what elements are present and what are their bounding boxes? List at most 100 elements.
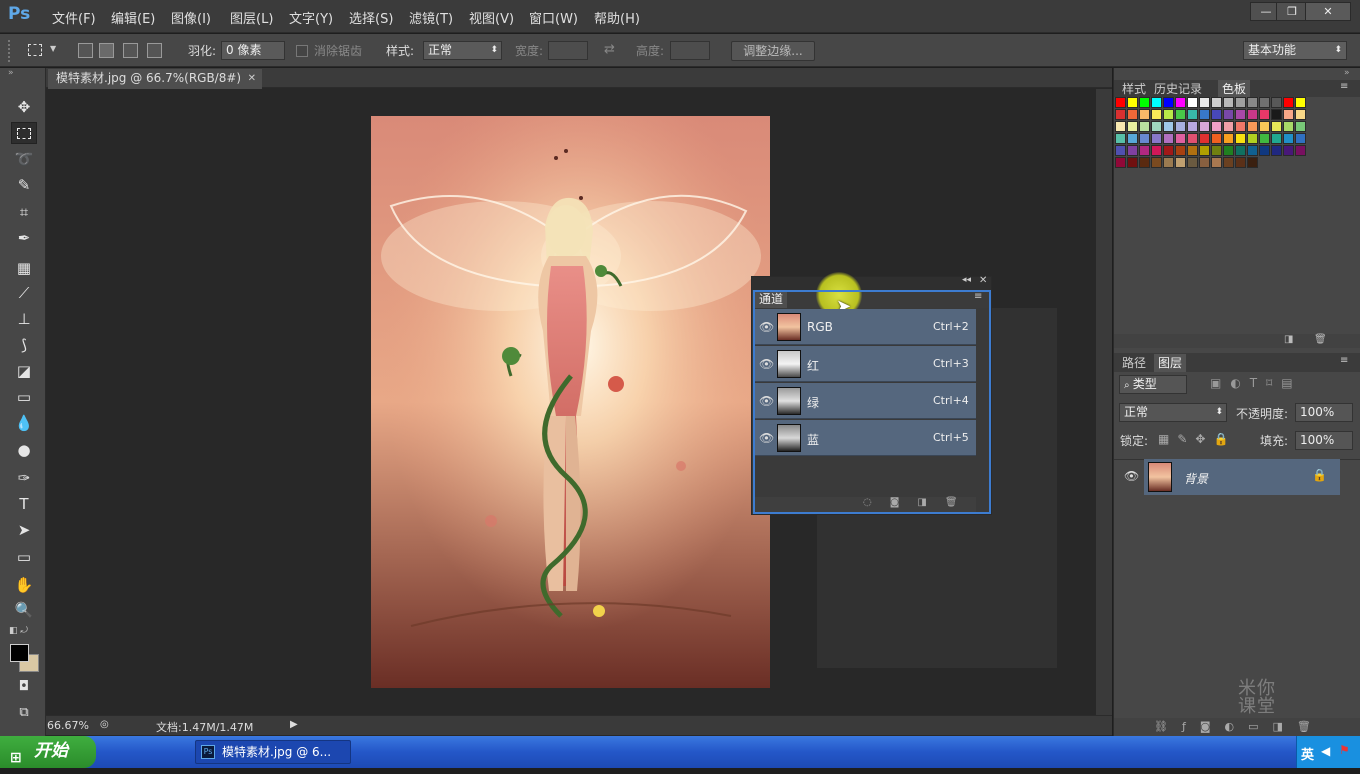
menu-filter[interactable]: 滤镜(T) — [409, 8, 453, 27]
color-swatch[interactable] — [1187, 145, 1198, 156]
color-swatch[interactable] — [1223, 109, 1234, 120]
visibility-eye-icon[interactable]: 👁 — [759, 394, 774, 408]
vertical-scrollbar[interactable] — [1096, 89, 1112, 715]
color-swatch[interactable] — [1283, 109, 1294, 120]
color-swatch[interactable] — [1163, 133, 1174, 144]
color-swatch[interactable] — [1175, 109, 1186, 120]
stamp-tool-icon[interactable]: ⊥ — [11, 308, 37, 330]
color-swatch[interactable] — [1187, 133, 1198, 144]
color-swatch[interactable] — [1211, 109, 1222, 120]
width-input[interactable] — [548, 41, 588, 60]
screen-mode-icon[interactable]: ⧉ — [11, 702, 37, 724]
height-input[interactable] — [670, 41, 710, 60]
color-swatch[interactable] — [1283, 121, 1294, 132]
color-swatch[interactable] — [1247, 157, 1258, 168]
tab-history[interactable]: 历史记录 — [1150, 80, 1206, 98]
color-swatch[interactable] — [1247, 109, 1258, 120]
color-swatch[interactable] — [1163, 157, 1174, 168]
color-swatch[interactable] — [1295, 109, 1306, 120]
color-swatch[interactable] — [1271, 109, 1282, 120]
menu-edit[interactable]: 编辑(E) — [111, 8, 155, 27]
swap-icon[interactable]: ⇄ — [604, 42, 615, 57]
color-swatch[interactable] — [1187, 157, 1198, 168]
color-swatch[interactable] — [1235, 121, 1246, 132]
tray-arrow-icon[interactable]: ◀ — [1321, 744, 1330, 758]
hand-tool-icon[interactable]: ✋ — [11, 574, 37, 596]
default-colors-icon[interactable]: ◧ ⤾ — [9, 626, 28, 636]
panel-menu-icon[interactable]: ≡ — [974, 291, 982, 302]
color-swatch[interactable] — [1247, 121, 1258, 132]
type-tool-icon[interactable]: T — [11, 493, 37, 515]
color-swatch[interactable] — [1163, 109, 1174, 120]
color-swatch[interactable] — [1235, 145, 1246, 156]
path-select-tool-icon[interactable]: ➤ — [11, 519, 37, 541]
feather-input[interactable]: 0 像素 — [221, 41, 285, 60]
add-selection-icon[interactable] — [99, 43, 114, 58]
color-swatch[interactable] — [1115, 121, 1126, 132]
workspace-select[interactable]: 基本功能 ⬍ — [1243, 41, 1347, 60]
color-swatch[interactable] — [1163, 97, 1174, 108]
color-swatch[interactable] — [1247, 133, 1258, 144]
color-swatch[interactable] — [1151, 145, 1162, 156]
color-swatch[interactable] — [1235, 157, 1246, 168]
channels-panel-header[interactable]: ◂◂ ✕ — [752, 275, 991, 290]
lasso-tool-icon[interactable]: ➰ — [11, 148, 37, 170]
color-swatch[interactable] — [1199, 109, 1210, 120]
filter-icons[interactable]: ▣◐T⌑▤ — [1210, 376, 1302, 390]
color-swatch[interactable] — [1127, 133, 1138, 144]
color-swatch[interactable] — [1295, 133, 1306, 144]
rect-marquee-preset-icon[interactable] — [28, 44, 42, 56]
color-swatch[interactable] — [1139, 121, 1150, 132]
document-tab[interactable]: 模特素材.jpg @ 66.7%(RGB/8#) ✕ — [48, 69, 262, 89]
crop-tool-icon[interactable]: ⌗ — [11, 201, 37, 223]
trash-icon[interactable]: 🗑 — [1314, 334, 1327, 345]
channel-row-rgb[interactable]: 👁 RGB Ctrl+2 — [755, 309, 976, 345]
menu-file[interactable]: 文件(F) — [52, 8, 96, 27]
color-swatch[interactable] — [1187, 109, 1198, 120]
blend-mode-select[interactable]: 正常 ⬍ — [1119, 403, 1227, 422]
move-tool-icon[interactable]: ✥ — [11, 96, 37, 118]
start-button[interactable]: ⊞ 开始 — [0, 736, 96, 768]
color-swatch[interactable] — [1271, 145, 1282, 156]
zoom-tool-icon[interactable]: 🔍 — [11, 599, 37, 621]
panel-menu-icon[interactable]: ≡ — [1340, 81, 1348, 92]
color-swatch[interactable] — [1259, 97, 1270, 108]
color-swatch[interactable] — [1259, 109, 1270, 120]
tab-layers[interactable]: 图层 — [1154, 354, 1187, 372]
color-swatch[interactable] — [1127, 157, 1138, 168]
quick-mask-icon[interactable]: ◘ — [11, 676, 37, 698]
dodge-tool-icon[interactable]: ● — [11, 439, 37, 461]
color-swatch[interactable] — [1247, 97, 1258, 108]
quick-select-tool-icon[interactable]: ✎ — [11, 174, 37, 196]
play-arrow-icon[interactable]: ▶ — [290, 719, 298, 730]
color-swatch[interactable] — [1283, 97, 1294, 108]
color-swatch[interactable] — [1115, 97, 1126, 108]
eyedropper-tool-icon[interactable]: ✒ — [11, 227, 37, 249]
color-swatch[interactable] — [1223, 145, 1234, 156]
color-swatch[interactable] — [1115, 145, 1126, 156]
color-swatch[interactable] — [1235, 133, 1246, 144]
layer-row-background[interactable]: 背景 🔒 — [1144, 459, 1340, 495]
panel-menu-icon[interactable]: ≡ — [1340, 355, 1348, 366]
foreground-color-swatch[interactable] — [10, 644, 29, 662]
menu-image[interactable]: 图像(I) — [171, 8, 211, 27]
color-swatch[interactable] — [1235, 109, 1246, 120]
color-swatch[interactable] — [1295, 145, 1306, 156]
subtract-selection-icon[interactable] — [123, 43, 138, 58]
visibility-eye-icon[interactable]: 👁 — [759, 357, 774, 371]
tab-swatches[interactable]: 色板 — [1218, 80, 1251, 98]
channel-row-green[interactable]: 👁 绿 Ctrl+4 — [755, 383, 976, 419]
color-swatch[interactable] — [1115, 109, 1126, 120]
color-swatch[interactable] — [1175, 145, 1186, 156]
color-swatch[interactable] — [1175, 121, 1186, 132]
refine-edge-button[interactable]: 调整边缘... — [731, 41, 815, 61]
ime-indicator[interactable]: 英 — [1301, 744, 1314, 763]
color-swatch[interactable] — [1139, 145, 1150, 156]
color-swatch[interactable] — [1151, 157, 1162, 168]
menu-type[interactable]: 文字(Y) — [289, 8, 333, 27]
menu-window[interactable]: 窗口(W) — [529, 8, 578, 27]
color-swatch[interactable] — [1235, 97, 1246, 108]
color-swatch[interactable] — [1127, 145, 1138, 156]
intersect-selection-icon[interactable] — [147, 43, 162, 58]
color-swatch[interactable] — [1175, 133, 1186, 144]
